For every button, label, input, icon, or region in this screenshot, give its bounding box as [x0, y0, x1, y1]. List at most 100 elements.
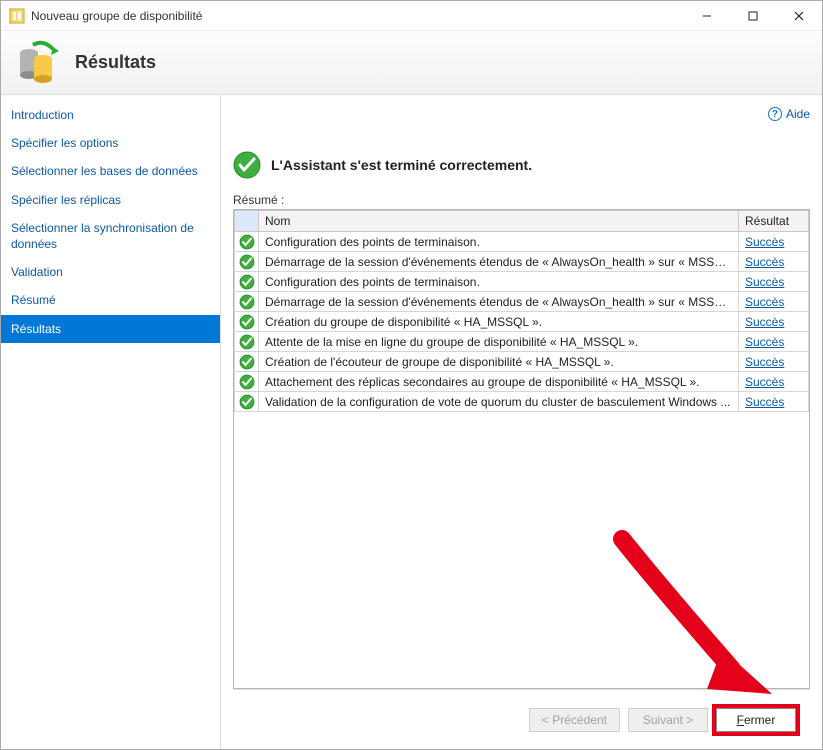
row-result-cell: Succès	[739, 232, 809, 252]
minimize-button[interactable]	[684, 1, 730, 31]
col-header-result[interactable]: Résultat	[739, 211, 809, 232]
wizard-window: Nouveau groupe de disponibilité	[0, 0, 823, 750]
check-icon	[239, 294, 255, 310]
row-status-icon-cell	[235, 372, 259, 392]
row-name: Création du groupe de disponibilité « HA…	[259, 312, 739, 332]
help-label: Aide	[786, 107, 810, 121]
check-icon	[239, 254, 255, 270]
row-name: Configuration des points de terminaison.	[259, 232, 739, 252]
sidebar-step-validation[interactable]: Validation	[1, 258, 220, 286]
banner: Résultats	[1, 31, 822, 95]
help-link[interactable]: ? Aide	[768, 107, 810, 121]
result-link[interactable]: Succès	[745, 275, 784, 289]
table-row[interactable]: Configuration des points de terminaison.…	[235, 272, 809, 292]
maximize-button[interactable]	[730, 1, 776, 31]
check-icon	[239, 394, 255, 410]
table-row[interactable]: Attente de la mise en ligne du groupe de…	[235, 332, 809, 352]
row-result-cell: Succès	[739, 292, 809, 312]
sidebar-step-label: Validation	[11, 265, 63, 279]
table-row[interactable]: Création du groupe de disponibilité « HA…	[235, 312, 809, 332]
row-result-cell: Succès	[739, 332, 809, 352]
result-link[interactable]: Succès	[745, 315, 784, 329]
result-link[interactable]: Succès	[745, 395, 784, 409]
sidebar-step-replicas[interactable]: Spécifier les réplicas	[1, 186, 220, 214]
check-icon	[239, 314, 255, 330]
sidebar-step-label: Spécifier les options	[11, 136, 118, 150]
row-result-cell: Succès	[739, 372, 809, 392]
next-button: Suivant >	[628, 708, 708, 732]
status-text: L'Assistant s'est terminé correctement.	[271, 157, 532, 173]
banner-db-icon	[13, 39, 61, 87]
help-row: ? Aide	[233, 103, 810, 125]
sidebar-step-label: Spécifier les réplicas	[11, 193, 121, 207]
sidebar-step-introduction[interactable]: Introduction	[1, 101, 220, 129]
row-result-cell: Succès	[739, 252, 809, 272]
sidebar-step-label: Introduction	[11, 108, 74, 122]
col-header-icon[interactable]	[235, 211, 259, 232]
summary-label: Résumé :	[233, 193, 810, 207]
titlebar: Nouveau groupe de disponibilité	[1, 1, 822, 31]
result-link[interactable]: Succès	[745, 355, 784, 369]
close-button[interactable]	[776, 1, 822, 31]
result-link[interactable]: Succès	[745, 335, 784, 349]
sidebar-step-label: Résultats	[11, 322, 61, 336]
footer: < Précédent Suivant > Fermer	[233, 689, 810, 749]
sidebar-step-summary[interactable]: Résumé	[1, 286, 220, 314]
content-pane: ? Aide L'Assistant s'est terminé correct…	[221, 95, 822, 749]
row-result-cell: Succès	[739, 392, 809, 412]
help-icon: ?	[768, 107, 782, 121]
sidebar-step-label: Sélectionner la synchronisation de donné…	[11, 221, 194, 251]
row-status-icon-cell	[235, 232, 259, 252]
row-status-icon-cell	[235, 312, 259, 332]
table-row[interactable]: Attachement des réplicas secondaires au …	[235, 372, 809, 392]
results-table: Nom Résultat Configuration des points de…	[234, 210, 809, 412]
window-controls	[684, 1, 822, 31]
check-icon	[239, 274, 255, 290]
result-link[interactable]: Succès	[745, 295, 784, 309]
results-grid: Nom Résultat Configuration des points de…	[233, 209, 810, 689]
col-header-name[interactable]: Nom	[259, 211, 739, 232]
window-title: Nouveau groupe de disponibilité	[31, 9, 684, 23]
row-name: Démarrage de la session d'événements éte…	[259, 292, 739, 312]
status-line: L'Assistant s'est terminé correctement.	[233, 151, 810, 179]
sidebar-step-options[interactable]: Spécifier les options	[1, 129, 220, 157]
result-link[interactable]: Succès	[745, 255, 784, 269]
sidebar-step-sync[interactable]: Sélectionner la synchronisation de donné…	[1, 214, 220, 258]
row-result-cell: Succès	[739, 352, 809, 372]
table-row[interactable]: Validation de la configuration de vote d…	[235, 392, 809, 412]
page-title: Résultats	[75, 52, 156, 73]
row-name: Validation de la configuration de vote d…	[259, 392, 739, 412]
check-icon	[239, 234, 255, 250]
check-icon	[239, 354, 255, 370]
row-result-cell: Succès	[739, 272, 809, 292]
grid-filler	[234, 412, 809, 688]
sidebar-step-databases[interactable]: Sélectionner les bases de données	[1, 157, 220, 185]
row-name: Attente de la mise en ligne du groupe de…	[259, 332, 739, 352]
previous-button: < Précédent	[529, 708, 620, 732]
sidebar-step-label: Sélectionner les bases de données	[11, 164, 198, 178]
check-icon	[239, 374, 255, 390]
close-rest: ermer	[744, 713, 775, 727]
table-row[interactable]: Configuration des points de terminaison.…	[235, 232, 809, 252]
check-icon	[239, 334, 255, 350]
row-status-icon-cell	[235, 272, 259, 292]
row-status-icon-cell	[235, 292, 259, 312]
table-row[interactable]: Création de l'écouteur de groupe de disp…	[235, 352, 809, 372]
result-link[interactable]: Succès	[745, 375, 784, 389]
row-name: Démarrage de la session d'événements éte…	[259, 252, 739, 272]
close-mnemonic: F	[737, 713, 744, 727]
sidebar-step-label: Résumé	[11, 293, 56, 307]
row-status-icon-cell	[235, 392, 259, 412]
row-name: Configuration des points de terminaison.	[259, 272, 739, 292]
row-status-icon-cell	[235, 332, 259, 352]
close-wizard-button[interactable]: Fermer	[716, 708, 796, 732]
row-result-cell: Succès	[739, 312, 809, 332]
table-row[interactable]: Démarrage de la session d'événements éte…	[235, 252, 809, 272]
row-name: Création de l'écouteur de groupe de disp…	[259, 352, 739, 372]
table-row[interactable]: Démarrage de la session d'événements éte…	[235, 292, 809, 312]
success-icon	[233, 151, 261, 179]
result-link[interactable]: Succès	[745, 235, 784, 249]
sidebar-step-results[interactable]: Résultats	[1, 315, 220, 343]
body-split: Introduction Spécifier les options Sélec…	[1, 95, 822, 749]
app-icon	[9, 8, 25, 24]
